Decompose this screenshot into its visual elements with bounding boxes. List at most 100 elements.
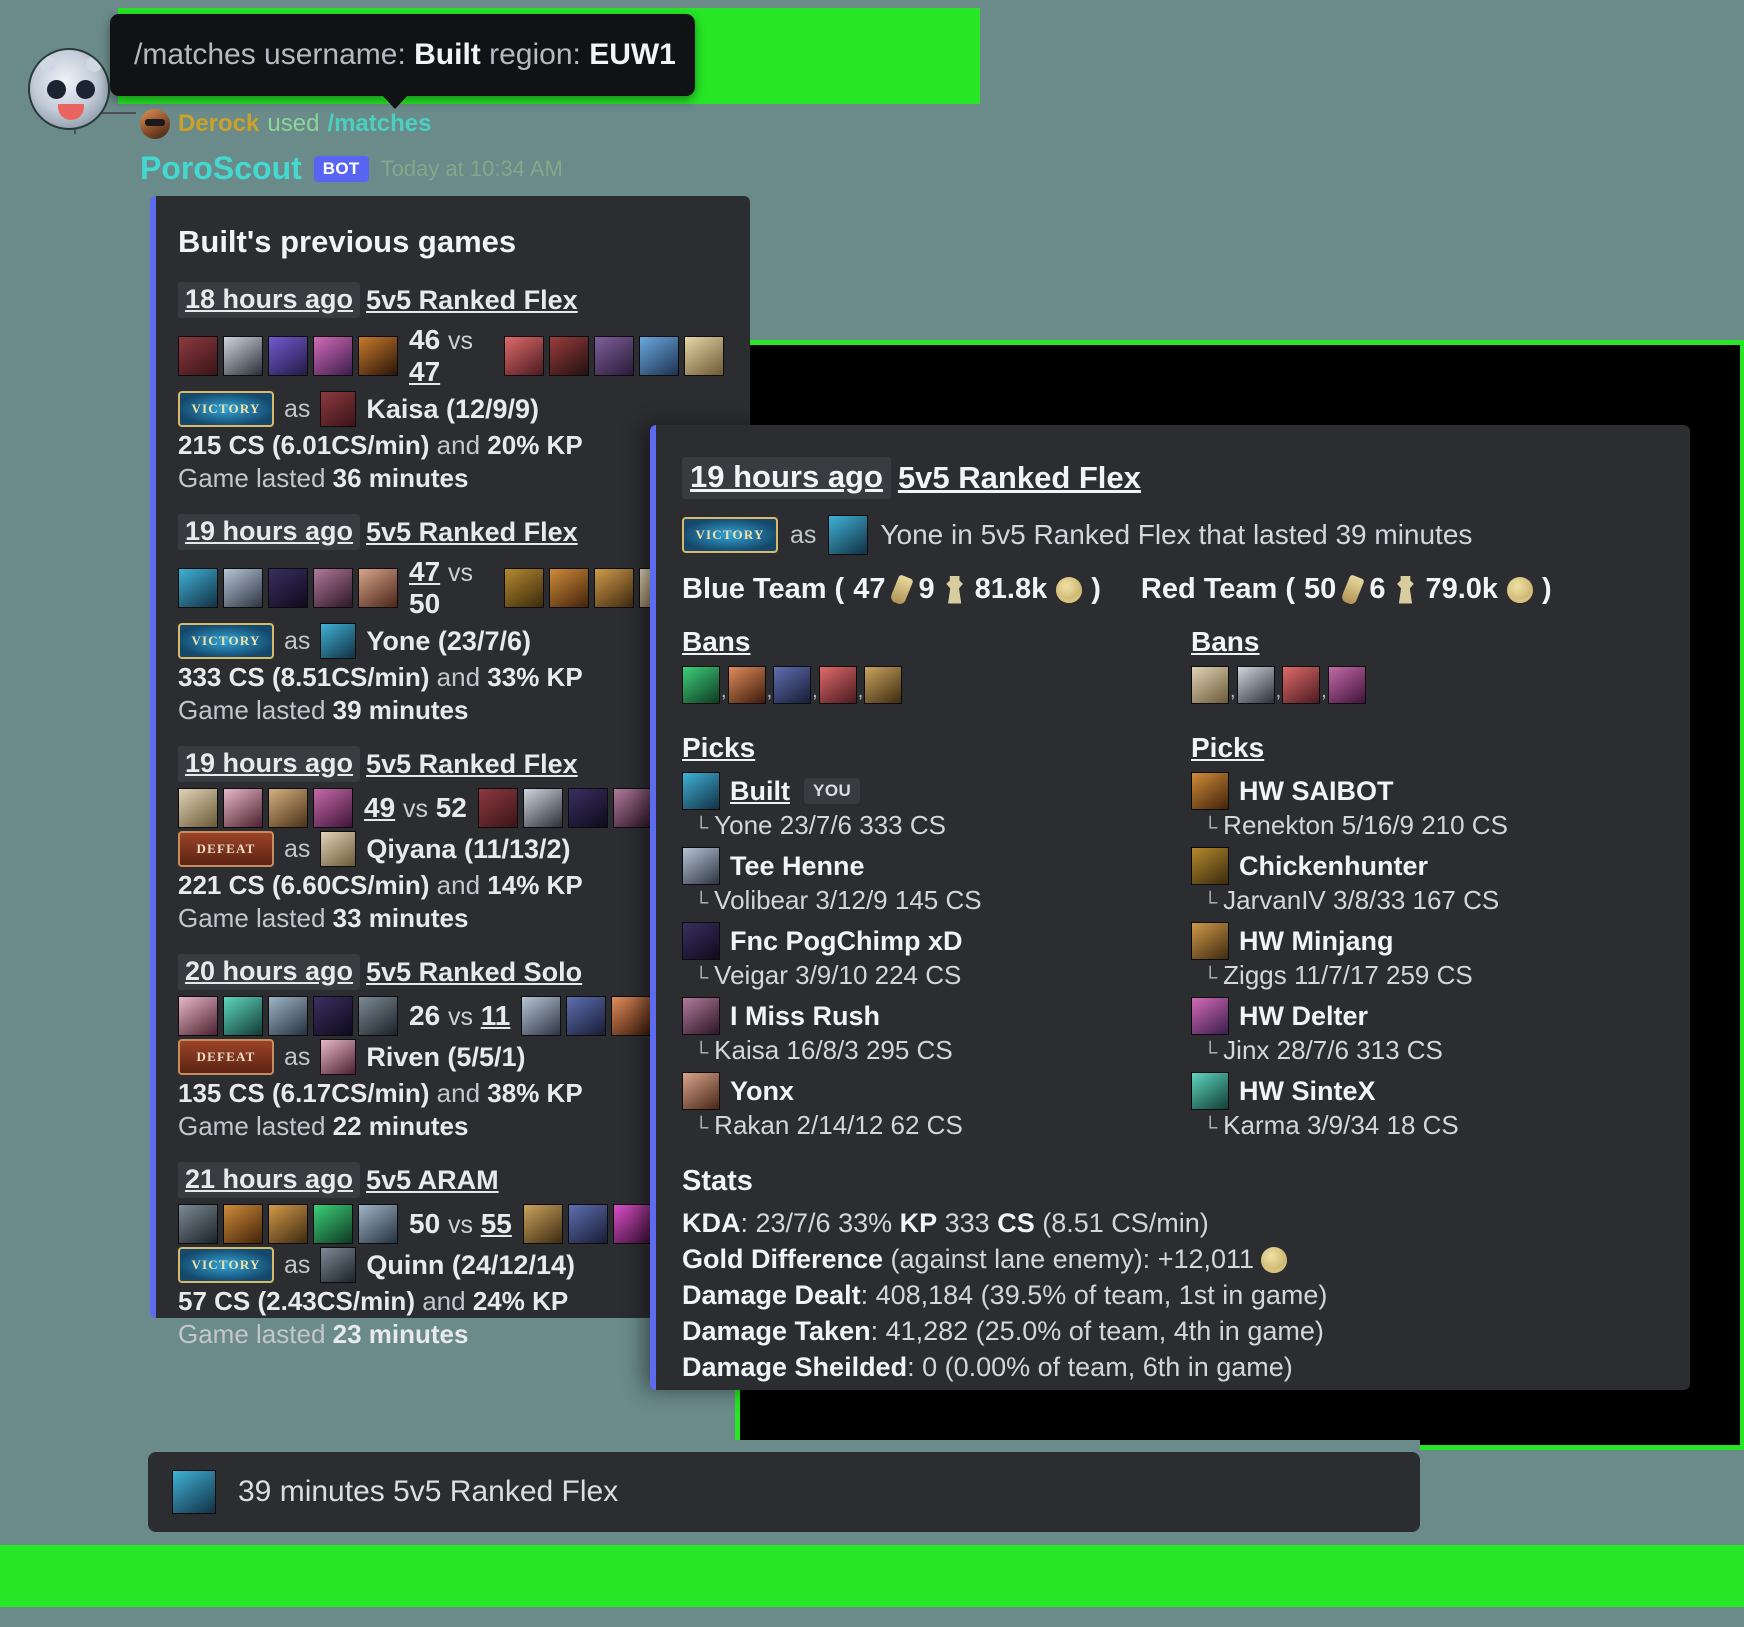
game-when[interactable]: 20 hours ago (178, 954, 361, 990)
bot-badge: BOT (313, 155, 369, 182)
duration-line: Game lasted 23 minutes (178, 1319, 469, 1349)
bot-name[interactable]: PoroScout (140, 150, 302, 187)
ban-champion-icon (864, 666, 903, 704)
games-list: 18 hours ago 5v5 Ranked Flex 46 vs 47 VICTO… (178, 282, 724, 1350)
pick-entry: Chickenhunter └ JarvanIV 3/8/33 167 CS (1191, 847, 1660, 916)
pick-player-name[interactable]: HW Minjang (1239, 926, 1393, 957)
tree-elbow-icon: └ (694, 892, 709, 914)
blue-team-column: Bans ,,,, Picks Built YOU └ Yone 23/7/6 333… (682, 626, 1171, 1147)
champion-portrait-icon (828, 515, 869, 555)
tree-elbow-icon: └ (694, 1117, 709, 1139)
you-badge: YOU (804, 778, 861, 804)
victory-badge: VICTORY (178, 391, 274, 427)
player-champion-kda: Kaisa (12/9/9) (366, 393, 540, 424)
message-timestamp: Today at 10:34 AM (380, 155, 563, 181)
kda-value: : 23/7/6 33% (740, 1208, 900, 1238)
tree-elbow-icon: └ (1203, 817, 1218, 839)
champion-portrait-icon (549, 568, 589, 608)
game-queue[interactable]: 5v5 Ranked Flex (366, 517, 582, 548)
pick-header: Yonx (682, 1072, 1171, 1110)
pick-player-name[interactable]: Yonx (730, 1076, 794, 1107)
teams-columns: Bans ,,,, Picks Built YOU └ Yone 23/7/6 333… (682, 626, 1660, 1147)
player-champion-kda: Riven (5/5/1) (366, 1041, 526, 1072)
ban-champion-icon (727, 666, 766, 704)
match-queue[interactable]: 5v5 Ranked Flex (898, 460, 1146, 496)
stat-damage-shielded: Damage Sheilded: 0 (0.00% of team, 6th i… (682, 1352, 1660, 1383)
champion-portrait-icon (223, 788, 263, 828)
game-when[interactable]: 18 hours ago (178, 282, 361, 318)
tooltip-prefix: /matches username: (134, 38, 415, 71)
game-when[interactable]: 19 hours ago (178, 746, 361, 782)
pick-champion-stats: └ Volibear 3/12/9 145 CS (694, 885, 1171, 916)
champion-portrait-icon (1191, 1072, 1229, 1110)
cs-label: CS (997, 1208, 1035, 1238)
pick-entry: HW Minjang └ Ziggs 11/7/17 259 CS (1191, 922, 1660, 991)
pick-player-name[interactable]: HW Delter (1239, 1001, 1368, 1032)
result-row: DEFEAT as Qiyana (11/13/2) (178, 831, 724, 867)
command-user[interactable]: Derock (178, 110, 259, 138)
player-champion-kda: Quinn (24/12/14) (366, 1249, 575, 1280)
match-when[interactable]: 19 hours ago (682, 457, 891, 499)
pick-player-name[interactable]: I Miss Rush (730, 1001, 880, 1032)
champion-portrait-icon (1191, 847, 1229, 885)
game-entry: 19 hours ago 5v5 Ranked Flex 49 vs 52 DEFEA… (178, 746, 724, 934)
teams-stats-line: Blue Team ( 47 9 81.8k ) Red Team ( 50 6… (682, 573, 1660, 606)
champion-row: 50 vs 55 (178, 1204, 724, 1244)
game-queue[interactable]: 5v5 Ranked Flex (366, 285, 582, 316)
game-score: 47 vs 50 (409, 556, 473, 619)
champion-portrait-icon (682, 922, 720, 960)
champion-portrait-icon (313, 996, 353, 1036)
champion-portrait-icon (682, 847, 720, 885)
champion-portrait-icon (268, 336, 308, 376)
pick-header: Built YOU (682, 772, 1171, 810)
gold-icon (1056, 576, 1083, 603)
tower-icon (946, 575, 963, 604)
pick-header: Fnc PogChimp xD (682, 922, 1171, 960)
pick-champion-stats: └ Kaisa 16/8/3 295 CS (694, 1035, 1171, 1066)
pick-player-name[interactable]: HW SAIBOT (1239, 776, 1394, 807)
game-queue[interactable]: 5v5 Ranked Solo (366, 957, 586, 988)
result-row: DEFEAT as Riven (5/5/1) (178, 1039, 724, 1075)
gold-icon (1507, 576, 1534, 603)
pick-stats-text: Kaisa 16/8/3 295 CS (714, 1035, 953, 1065)
champion-portrait-icon (358, 996, 398, 1036)
command-name[interactable]: /matches (327, 110, 431, 138)
champion-portrait-icon (612, 1204, 653, 1244)
bot-avatar-icon[interactable] (28, 48, 110, 130)
pick-stats-text: Veigar 3/9/10 224 CS (714, 960, 962, 990)
champion-portrait-icon (682, 1072, 720, 1110)
champion-portrait-icon (268, 788, 308, 828)
result-row: VICTORY as Quinn (24/12/14) (178, 1247, 724, 1283)
game-when[interactable]: 19 hours ago (178, 514, 361, 550)
champion-portrait-icon (223, 1204, 263, 1244)
match-summary-text: Yone in 5v5 Ranked Flex that lasted 39 m… (880, 519, 1473, 550)
game-when[interactable]: 21 hours ago (178, 1162, 361, 1198)
pick-header: HW Delter (1191, 997, 1660, 1035)
blue-bans-title: Bans (682, 626, 751, 657)
pick-header: HW SAIBOT (1191, 772, 1660, 810)
scrollbar-track[interactable] (130, 1440, 1420, 1452)
match-footer-button[interactable]: 39 minutes 5v5 Ranked Flex (148, 1452, 1420, 1532)
champion-portrait-icon (178, 568, 218, 608)
pick-player-name[interactable]: Chickenhunter (1239, 851, 1428, 882)
pick-champion-stats: └ Renekton 5/16/9 210 CS (1203, 810, 1660, 841)
pick-header: I Miss Rush (682, 997, 1171, 1035)
game-queue[interactable]: 5v5 Ranked Flex (366, 749, 582, 780)
champion-portrait-icon (358, 336, 398, 376)
duration-line: Game lasted 39 minutes (178, 695, 469, 725)
pick-player-name[interactable]: HW SinteX (1239, 1076, 1376, 1107)
champion-portrait-icon (611, 996, 652, 1036)
as-label: as (284, 626, 311, 655)
pick-entry: HW SAIBOT └ Renekton 5/16/9 210 CS (1191, 772, 1660, 841)
pick-champion-stats: └ Jinx 28/7/6 313 CS (1203, 1035, 1660, 1066)
pick-player-name[interactable]: Built (730, 776, 790, 807)
champion-portrait-icon (684, 336, 724, 376)
pick-player-name[interactable]: Fnc PogChimp xD (730, 926, 963, 957)
pick-stats-text: JarvanIV 3/8/33 167 CS (1223, 885, 1500, 915)
tooltip-mid: region: (480, 38, 590, 71)
stat-kda: KDA: 23/7/6 33% KP 333 CS (8.51 CS/min) (682, 1208, 1660, 1239)
champion-portrait-icon (1191, 997, 1229, 1035)
game-queue[interactable]: 5v5 ARAM (366, 1165, 503, 1196)
stat-damage-dealt: Damage Dealt: 408,184 (39.5% of team, 1s… (682, 1280, 1660, 1311)
pick-player-name[interactable]: Tee Henne (730, 851, 865, 882)
